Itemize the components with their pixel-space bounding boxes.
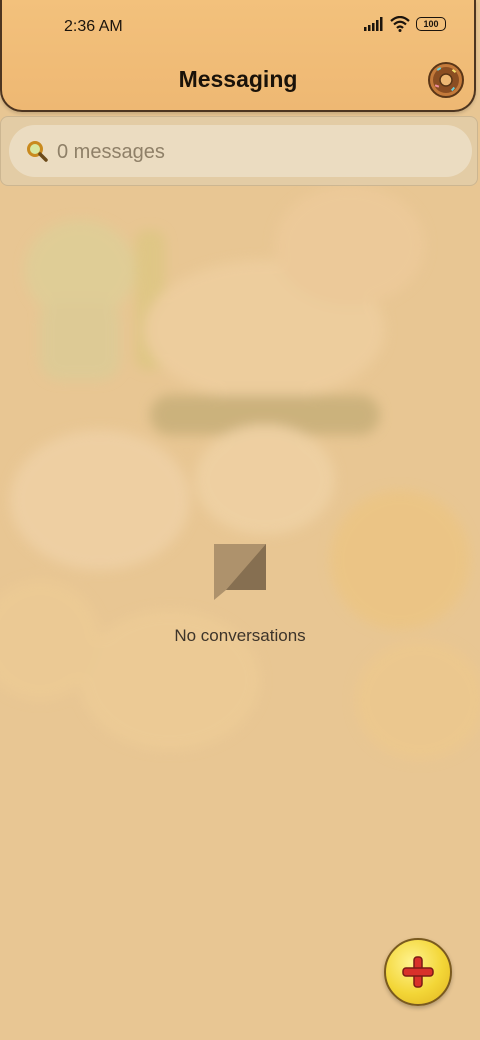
empty-state-text: No conversations — [174, 626, 306, 645]
search-bar[interactable] — [9, 125, 472, 177]
wifi-icon — [390, 16, 410, 32]
status-time: 2:36 AM — [64, 18, 123, 35]
signal-icon — [364, 17, 383, 31]
page-title: Messaging — [178, 66, 298, 92]
chat-bubble-icon — [214, 544, 266, 600]
app-header: 2:36 AM 100 Messaging — [0, 0, 476, 112]
new-conversation-button[interactable] — [384, 938, 452, 1006]
donut-settings-icon[interactable] — [426, 60, 466, 100]
plus-icon — [402, 956, 434, 988]
search-container — [0, 116, 478, 186]
status-icons: 100 — [364, 16, 446, 32]
magnifier-icon — [27, 141, 48, 162]
battery-icon: 100 — [416, 17, 446, 31]
search-input[interactable] — [55, 137, 439, 167]
